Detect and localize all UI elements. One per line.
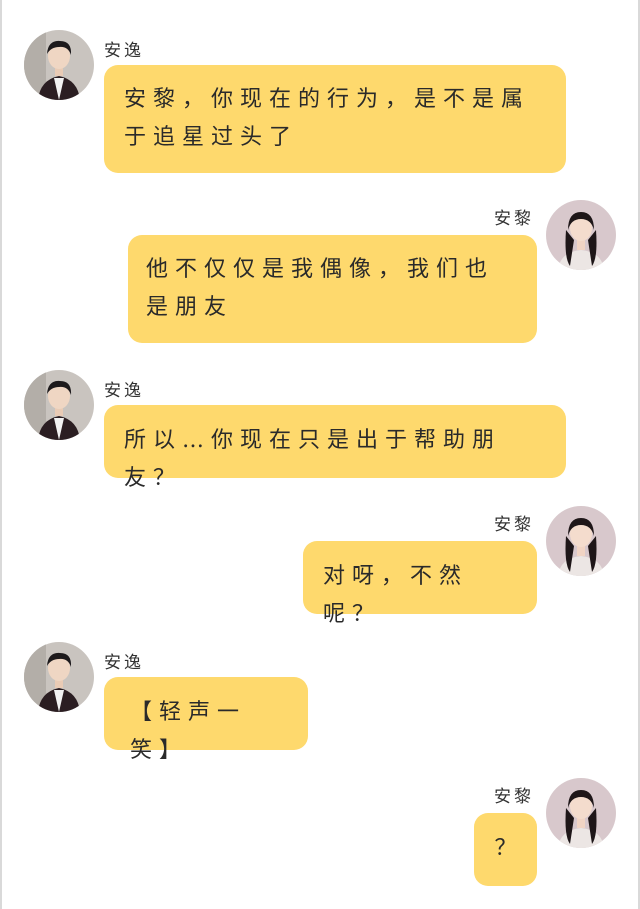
- message-bubble[interactable]: ？: [474, 813, 537, 886]
- message-bubble[interactable]: 对呀，不然呢？: [303, 541, 537, 627]
- female-avatar-icon[interactable]: [546, 200, 616, 270]
- sender-name: 安黎: [494, 515, 534, 535]
- message-bubble[interactable]: 所以…你现在只是出于帮助朋友？: [104, 405, 566, 491]
- message-bubble[interactable]: 他不仅仅是我偶像，我们也是朋友: [128, 235, 537, 343]
- sender-name: 安逸: [104, 653, 144, 673]
- male-avatar-icon[interactable]: [24, 642, 94, 712]
- sender-name: 安逸: [104, 381, 144, 401]
- sender-name: 安黎: [494, 787, 534, 807]
- message-bubble[interactable]: 【轻声一笑】: [104, 677, 308, 763]
- female-avatar-icon[interactable]: [546, 778, 616, 848]
- female-avatar-icon[interactable]: [546, 506, 616, 576]
- sender-name: 安逸: [104, 41, 144, 61]
- message-bubble[interactable]: 安黎，你现在的行为，是不是属于追星过头了: [104, 65, 566, 173]
- male-avatar-icon[interactable]: [24, 370, 94, 440]
- male-avatar-icon[interactable]: [24, 30, 94, 100]
- sender-name: 安黎: [494, 209, 534, 229]
